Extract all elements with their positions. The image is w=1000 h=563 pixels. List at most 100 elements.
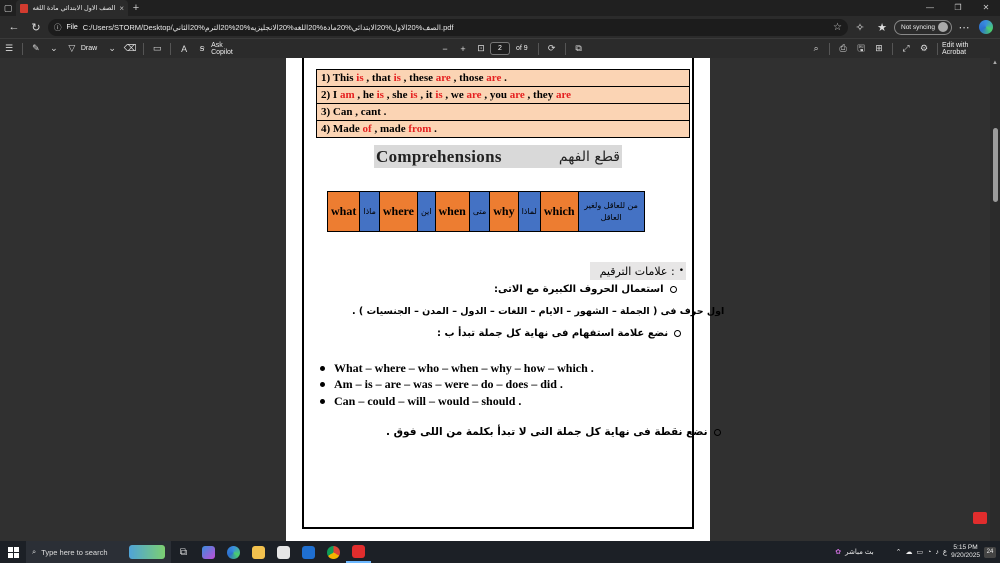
rotate-icon[interactable]: ⟳ — [543, 43, 561, 54]
rule-text: , they — [524, 89, 556, 101]
print-icon[interactable]: ⎙ — [834, 43, 852, 54]
vertical-scrollbar[interactable]: ▲ — [990, 58, 1000, 541]
cloud-icon[interactable]: ☁ — [906, 548, 913, 556]
fullscreen-icon[interactable]: ⤢ — [897, 43, 915, 54]
period-rule: نضع نقطة فى نهاية كل جملة التى لا تبدأ ب… — [386, 426, 721, 438]
search-icon[interactable]: ⌕ — [807, 43, 825, 54]
rule-text: , that — [363, 72, 394, 84]
draw-button[interactable]: Draw — [81, 45, 97, 52]
minimize-icon[interactable]: — — [916, 0, 944, 16]
verb-highlight: is — [435, 89, 443, 101]
rule-cell: 2) I am , he is , she is , it is , we ar… — [316, 86, 690, 104]
scroll-up-icon[interactable]: ▲ — [992, 60, 998, 66]
chrome-icon[interactable] — [321, 541, 346, 563]
rule-text: , she — [383, 89, 411, 101]
sync-button[interactable]: Not syncing — [894, 19, 952, 35]
view-mode-icon[interactable]: ▭ — [148, 43, 166, 54]
chevron-down-icon[interactable]: ⌄ — [45, 43, 63, 54]
verb-rules-table: 1) This is , that is , these are , those… — [316, 69, 690, 138]
back-button[interactable]: ← — [4, 18, 24, 36]
close-tab-icon[interactable]: × — [119, 4, 124, 13]
rule-text: . — [501, 72, 507, 84]
task-view-icon[interactable]: ⧉ — [171, 541, 196, 563]
qword-ar: متى — [468, 191, 491, 232]
more-menu-icon[interactable]: ⋯ — [954, 18, 974, 36]
question-mark-rule: نضع علامة استفهام فى نهاية كل جملة تبدأ … — [437, 328, 682, 339]
table-row: 2) I am , he is , she is , it is , we ar… — [316, 86, 690, 104]
eraser-icon[interactable]: ⌫ — [121, 43, 139, 54]
comprehension-title-ar: قطع الفهم — [558, 148, 620, 165]
store-icon[interactable] — [271, 541, 296, 563]
zoom-out-icon[interactable]: − — [436, 44, 454, 54]
read-aloud-icon[interactable]: A — [175, 44, 193, 54]
time-text: 5:15 PM — [953, 544, 978, 551]
draw-icon[interactable]: ▽ — [63, 43, 81, 54]
live-icon[interactable]: ✿ — [835, 548, 841, 556]
title-bar: ▢ الصف الاول الابتدائي مادة اللغه الا...… — [0, 0, 1000, 16]
url-field[interactable]: ⓘ File C:/Users/STORM/Desktop/الصف%20الا… — [48, 18, 848, 36]
edit-with-acrobat-button[interactable]: Edit with Acrobat — [942, 42, 994, 56]
file-explorer-icon[interactable] — [246, 541, 271, 563]
rule-cell: 3) Can , cant . — [316, 103, 690, 121]
settings-gear-icon[interactable]: ⚙ — [915, 43, 933, 54]
acrobat-taskbar-icon[interactable] — [346, 541, 371, 563]
chevron-down-icon[interactable]: ⌄ — [103, 43, 121, 54]
verb-highlight: is — [393, 72, 401, 84]
notification-badge[interactable]: 24 — [984, 546, 996, 558]
verb-highlight: are — [486, 72, 502, 84]
edge-taskbar-icon[interactable] — [221, 541, 246, 563]
zoom-in-icon[interactable]: + — [454, 44, 472, 54]
pdf-toolbar: ☰ ✎ ⌄ ▽ Draw ⌄ ⌫ ▭ A ꞩ Ask Copilot − + ⊡… — [0, 38, 1000, 58]
highlight-icon[interactable]: ✎ — [27, 43, 45, 54]
new-tab-button[interactable]: + — [128, 2, 144, 14]
window-menu-icon[interactable]: ▢ — [0, 0, 16, 16]
qword-ar: من للعاقل ولغير العاقل — [577, 191, 645, 232]
search-icon: ⌕ — [32, 547, 37, 556]
verb-highlight: are — [509, 89, 525, 101]
qword-ar: لماذا — [517, 191, 541, 232]
language-icon[interactable]: ع — [943, 548, 947, 556]
close-window-icon[interactable]: ✕ — [972, 0, 1000, 16]
info-icon[interactable]: ⓘ — [54, 22, 62, 33]
verb-highlight: am — [339, 89, 355, 101]
save-icon[interactable]: 🖫 — [852, 41, 870, 57]
save-as-icon[interactable]: ⊞ — [870, 43, 888, 54]
ask-copilot-button[interactable]: Ask Copilot — [211, 42, 246, 56]
circle-bullet-icon — [674, 329, 682, 337]
refresh-button[interactable]: ↻ — [26, 18, 46, 36]
start-button[interactable] — [0, 546, 26, 558]
pdf-icon — [20, 3, 28, 13]
acrobat-icon[interactable] — [973, 512, 987, 524]
verb-highlight: are — [435, 72, 451, 84]
verb-highlight: from — [408, 123, 432, 135]
qword-ar: ماذا — [359, 191, 380, 232]
question-starters-list: What – where – who – when – why – how – … — [320, 360, 594, 410]
translate-icon[interactable]: ꞩ — [193, 43, 211, 54]
chevron-up-icon[interactable]: ⌃ — [896, 548, 902, 556]
copilot-icon[interactable] — [976, 18, 996, 36]
favorite-star-icon[interactable]: ☆ — [833, 22, 842, 33]
outlook-icon[interactable] — [296, 541, 321, 563]
browser-tab-active[interactable]: الصف الاول الابتدائي مادة اللغه الا... × — [16, 0, 128, 16]
url-text[interactable]: C:/Users/STORM/Desktop/الصف%20الاول%20ال… — [83, 23, 828, 32]
page-number-input[interactable]: 2 — [489, 42, 510, 55]
contents-icon[interactable]: ☰ — [0, 43, 18, 54]
qword-ar: اين — [416, 191, 436, 232]
volume-icon[interactable]: ♪ — [935, 549, 939, 556]
qword-en: why — [489, 191, 519, 232]
rule-text: . — [431, 123, 437, 135]
taskbar-search[interactable]: ⌕ Type here to search — [26, 541, 171, 563]
maximize-icon[interactable]: ❐ — [944, 0, 972, 16]
network-icon[interactable]: ◔ — [927, 549, 931, 556]
fit-page-icon[interactable]: ⊡ — [472, 43, 490, 54]
clock[interactable]: 5:15 PM 9/20/2025 — [951, 544, 980, 560]
page-view-icon[interactable]: ⧉ — [570, 43, 588, 54]
extensions-icon[interactable]: ✧ — [850, 18, 870, 36]
live-label[interactable]: بث مباشر — [845, 548, 874, 556]
rule-text: , made — [371, 123, 409, 135]
battery-icon[interactable]: ▭ — [917, 548, 924, 556]
system-tray: ✿ بث مباشر ⌃ ☁ ▭ ◔ ♪ ع 5:15 PM 9/20/2025… — [835, 544, 1000, 560]
copilot-taskbar-icon[interactable] — [196, 541, 221, 563]
scrollbar-thumb[interactable] — [993, 128, 998, 202]
favorites-icon[interactable]: ★ — [872, 18, 892, 36]
